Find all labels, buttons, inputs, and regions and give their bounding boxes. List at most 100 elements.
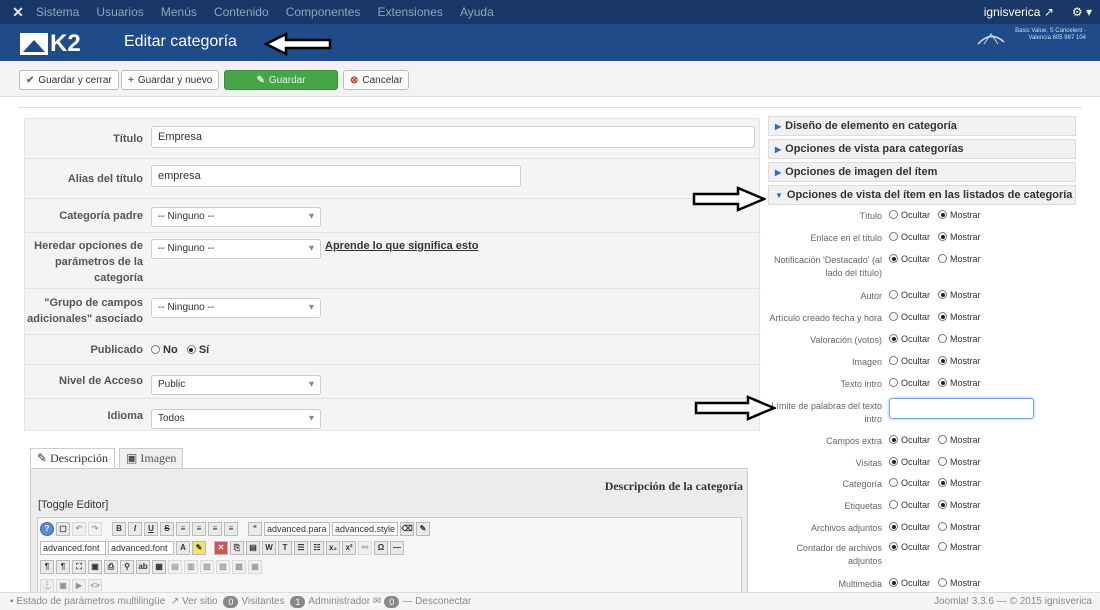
font-size-select[interactable]: advanced.font	[108, 541, 174, 555]
settings-gear-icon[interactable]: ⚙ ▾	[1072, 5, 1092, 19]
table-merge-icon[interactable]: ▨	[216, 560, 230, 574]
option-hide-radio[interactable]	[889, 457, 898, 466]
intro-word-limit-input[interactable]	[889, 398, 1034, 419]
code-icon[interactable]: <>	[88, 579, 102, 593]
preview-icon[interactable]: ▣	[88, 560, 102, 574]
table-props-icon[interactable]: ▦	[248, 560, 262, 574]
paste-word-icon[interactable]: W	[262, 541, 276, 555]
option-show-radio[interactable]	[938, 378, 948, 387]
media-icon[interactable]: ▶	[72, 579, 86, 593]
option-hide-radio[interactable]	[889, 435, 898, 444]
view-site-link[interactable]: ↗ Ver sitio	[171, 596, 218, 607]
underline-icon[interactable]: U	[144, 522, 158, 536]
inherit-params-select[interactable]: -- Ninguno --	[151, 239, 321, 259]
option-show-radio[interactable]	[938, 435, 948, 444]
option-hide-radio[interactable]	[889, 334, 898, 343]
panel-category-view-options[interactable]: ▶ Opciones de vista para categorías	[768, 139, 1076, 159]
option-show-radio[interactable]	[938, 522, 948, 531]
option-hide-radio[interactable]	[889, 254, 898, 263]
blockquote-icon[interactable]: “	[248, 522, 262, 536]
parent-category-select[interactable]: -- Ninguno --	[151, 207, 321, 227]
panel-item-listing-options[interactable]: ▼ Opciones de vista del ítem en las lista…	[768, 185, 1076, 205]
image-insert-icon[interactable]: ▣	[56, 579, 70, 593]
numbered-list-icon[interactable]: ☷	[310, 541, 324, 555]
undo-icon[interactable]: ↶	[72, 522, 86, 536]
save-new-button[interactable]: + Guardar y nuevo	[121, 70, 220, 90]
anchor-icon[interactable]: ⚓	[40, 579, 54, 593]
omega-icon[interactable]: Ω	[374, 541, 388, 555]
help-icon[interactable]: ?	[40, 522, 54, 536]
italic-icon[interactable]: I	[128, 522, 142, 536]
font-family-select[interactable]: advanced.font	[40, 541, 106, 555]
menu-item-extensiones[interactable]: Extensiones	[378, 5, 443, 19]
site-link[interactable]: ignisverica ↗	[984, 5, 1054, 19]
rtl-icon[interactable]: ¶	[56, 560, 70, 574]
menu-item-usuarios[interactable]: Usuarios	[96, 5, 143, 19]
option-show-radio[interactable]	[938, 254, 948, 263]
messages-count-badge[interactable]: 0	[384, 595, 400, 608]
option-show-radio[interactable]	[938, 232, 948, 241]
cut-icon[interactable]: ✕	[214, 541, 228, 555]
menu-item-componentes[interactable]: Componentes	[286, 5, 361, 19]
option-show-radio[interactable]	[938, 210, 948, 219]
bold-icon[interactable]: B	[112, 522, 126, 536]
option-show-radio[interactable]	[938, 578, 948, 587]
option-show-radio[interactable]	[938, 478, 948, 487]
option-show-radio[interactable]	[938, 542, 948, 551]
redo-icon[interactable]: ↷	[88, 522, 102, 536]
cancel-button[interactable]: ⊗ Cancelar	[343, 70, 410, 90]
menu-item-sistema[interactable]: Sistema	[36, 5, 79, 19]
ltr-icon[interactable]: ¶	[40, 560, 54, 574]
tab-description[interactable]: ✎ Descripción	[30, 448, 116, 468]
menu-item-contenido[interactable]: Contenido	[214, 5, 269, 19]
multilang-status[interactable]: ▪ Estado de parámetros multilingüe	[10, 596, 165, 607]
table-row-icon[interactable]: ▤	[168, 560, 182, 574]
option-hide-radio[interactable]	[889, 522, 898, 531]
align-center-icon[interactable]: ≡	[192, 522, 206, 536]
option-show-radio[interactable]	[938, 500, 948, 509]
access-level-select[interactable]: Public	[151, 375, 321, 395]
superscript-icon[interactable]: x²	[342, 541, 356, 555]
style-select[interactable]: advanced.style	[332, 522, 398, 536]
highlight-color-icon[interactable]: ✎	[192, 541, 206, 555]
save-button[interactable]: ✎ Guardar	[224, 70, 338, 90]
menu-item-menus[interactable]: Menús	[161, 5, 197, 19]
copy-icon[interactable]: ⎘	[230, 541, 244, 555]
published-yes-radio[interactable]	[186, 345, 196, 354]
print-icon[interactable]: ⎙	[104, 560, 118, 574]
eraser-icon[interactable]: ⌫	[400, 522, 414, 536]
replace-icon[interactable]: ab	[136, 560, 150, 574]
find-icon[interactable]: ⚲	[120, 560, 134, 574]
text-color-icon[interactable]: A	[176, 541, 190, 555]
joomla-logo-icon[interactable]: ✕	[0, 4, 36, 21]
panel-item-image-options[interactable]: ▶ Opciones de imagen del ítem	[768, 162, 1076, 182]
option-hide-radio[interactable]	[889, 232, 898, 241]
unlink-icon[interactable]: ⚯	[358, 541, 372, 555]
save-close-button[interactable]: ✔ Guardar y cerrar	[19, 70, 119, 90]
title-input[interactable]: Empresa	[151, 126, 755, 148]
table-delete-icon[interactable]: ▧	[200, 560, 214, 574]
table-icon[interactable]: ▦	[152, 560, 166, 574]
option-hide-radio[interactable]	[889, 356, 898, 365]
paragraph-format-select[interactable]: advanced.para	[264, 522, 330, 536]
inherit-help-link[interactable]: Aprende lo que significa esto	[325, 240, 478, 252]
strikethrough-icon[interactable]: S	[160, 522, 174, 536]
tab-image[interactable]: ▣ Imagen	[119, 448, 184, 468]
align-right-icon[interactable]: ≡	[208, 522, 222, 536]
align-justify-icon[interactable]: ≡	[224, 522, 238, 536]
option-hide-radio[interactable]	[889, 378, 898, 387]
option-show-radio[interactable]	[938, 334, 948, 343]
bullet-list-icon[interactable]: ☰	[294, 541, 308, 555]
option-hide-radio[interactable]	[889, 210, 898, 219]
language-select[interactable]: Todos	[151, 409, 321, 429]
fullscreen-icon[interactable]: ⛶	[72, 560, 86, 574]
alias-input[interactable]: empresa	[151, 165, 521, 187]
menu-item-ayuda[interactable]: Ayuda	[460, 5, 494, 19]
option-hide-radio[interactable]	[889, 312, 898, 321]
extra-fields-select[interactable]: -- Ninguno --	[151, 298, 321, 318]
toggle-editor-link[interactable]: [Toggle Editor]	[38, 499, 108, 511]
horizontal-rule-icon[interactable]: —	[390, 541, 404, 555]
cleanup-icon[interactable]: ✎	[416, 522, 430, 536]
option-show-radio[interactable]	[938, 356, 948, 365]
option-show-radio[interactable]	[938, 290, 948, 299]
